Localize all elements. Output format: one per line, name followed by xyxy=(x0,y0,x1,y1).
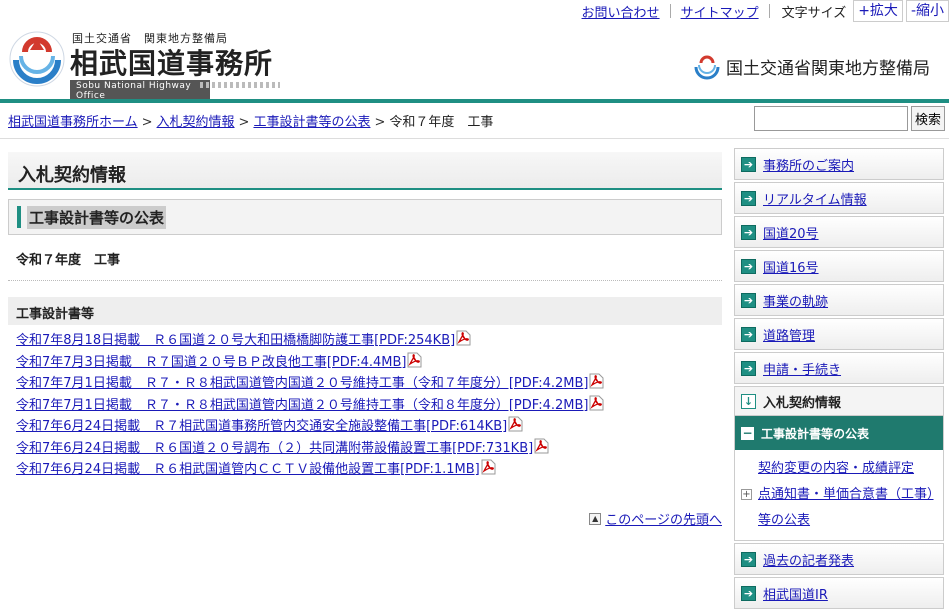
sidebar-item-route20[interactable]: ➔ 国道20号 xyxy=(734,216,944,248)
sidebar-item-bidding[interactable]: ↓ 入札契約情報 xyxy=(734,386,944,416)
sidebar-item-office-guide[interactable]: ➔ 事務所のご案内 xyxy=(734,148,944,180)
pdf-icon xyxy=(534,438,549,453)
breadcrumb-separator: > xyxy=(374,115,386,130)
sidebar-item-label[interactable]: 申請・手続き xyxy=(763,359,841,378)
pdf-icon xyxy=(508,416,523,432)
list-item: 令和7年6月24日掲載 Ｒ６相武国道管内ＣＣＴＶ設備他設置工事[PDF:1.1M… xyxy=(16,459,722,481)
document-link[interactable]: 令和7年8月18日掲載 Ｒ６国道２０号大和田橋橋脚防護工事[PDF:254KB] xyxy=(16,333,455,348)
sidebar-item-label[interactable]: 道路管理 xyxy=(763,325,815,344)
office-logo-icon[interactable] xyxy=(8,30,66,88)
page-title: 入札契約情報 xyxy=(8,152,722,190)
sidebar-item-label[interactable]: 過去の記者発表 xyxy=(763,550,854,569)
arrow-right-icon: ➔ xyxy=(741,360,756,376)
sidebar-subitem-label: 工事設計書等の公表 xyxy=(761,426,870,441)
font-enlarge-button[interactable]: +拡大 xyxy=(853,0,903,22)
sidebar-subitem-design-docs[interactable]: − 工事設計書等の公表 xyxy=(735,416,943,450)
plus-icon[interactable]: + xyxy=(741,489,752,500)
pdf-icon xyxy=(589,395,604,410)
pdf-icon xyxy=(407,352,422,367)
arrow-right-icon: ➔ xyxy=(741,224,756,240)
font-shrink-button[interactable]: -縮小 xyxy=(905,0,949,22)
sidebar-item-label[interactable]: 事務所のご案内 xyxy=(763,155,854,174)
sidebar-subitem: + 点通知書・単価合意書（工事）等の公表 xyxy=(741,482,939,534)
document-link[interactable]: 令和7年7月1日掲載 Ｒ７・Ｒ８相武国道管内国道２０号維持工事（令和７年度分）[… xyxy=(16,376,588,391)
sidebar-subitem: 契約変更の内容・成績評定 xyxy=(741,456,939,482)
header-divider xyxy=(0,99,949,103)
heading-accent-bar xyxy=(17,206,21,228)
sidebar-item-road-management[interactable]: ➔ 道路管理 xyxy=(734,318,944,350)
sidebar-item-label[interactable]: 事業の軌跡 xyxy=(763,291,828,310)
back-to-top-link[interactable]: このページの先頭へ xyxy=(605,509,722,528)
arrow-down-icon: ↓ xyxy=(741,393,756,409)
document-list: 令和7年8月18日掲載 Ｒ６国道２０号大和田橋橋脚防護工事[PDF:254KB]… xyxy=(8,325,722,481)
breadcrumb-bidding[interactable]: 入札契約情報 xyxy=(157,115,235,130)
list-item: 令和7年7月3日掲載 Ｒ７国道２０号ＢＰ改良他工事[PDF:4.4MB] xyxy=(16,352,722,374)
sidebar-item-realtime[interactable]: ➔ リアルタイム情報 xyxy=(734,182,944,214)
pdf-icon xyxy=(589,373,604,389)
office-name[interactable]: 相武国道事務所 xyxy=(70,42,273,82)
back-to-top: ▲ このページの先頭へ xyxy=(589,509,722,528)
breadcrumb: 相武国道事務所ホーム > 入札契約情報 > 工事設計書等の公表 > 令和７年度 工事 xyxy=(8,111,493,130)
arrow-right-icon: ➔ xyxy=(741,551,756,567)
sidebar-item-label[interactable]: 国道20号 xyxy=(763,223,819,242)
arrow-right-icon: ➔ xyxy=(741,258,756,274)
section-title: 工事設計書等の公表 xyxy=(27,205,167,229)
document-link[interactable]: 令和7年6月24日掲載 Ｒ６相武国道管内ＣＣＴＶ設備他設置工事[PDF:1.1M… xyxy=(16,462,480,477)
font-size-label: 文字サイズ xyxy=(781,5,847,21)
mlit-logo-icon xyxy=(694,53,720,80)
sidebar-subitems: 契約変更の内容・成績評定 + 点通知書・単価合意書（工事）等の公表 xyxy=(735,450,943,540)
sidebar-item-ir[interactable]: ➔ 相武国道IR xyxy=(734,577,944,609)
sidebar-item-route16[interactable]: ➔ 国道16号 xyxy=(734,250,944,282)
sidebar-item-history[interactable]: ➔ 事業の軌跡 xyxy=(734,284,944,316)
breadcrumb-divider xyxy=(0,138,949,139)
list-item: 令和7年6月24日掲載 Ｒ６国道２０号調布（２）共同溝附帯設備設置工事[PDF:… xyxy=(16,438,722,460)
main-content: 入札契約情報 工事設計書等の公表 令和７年度 工事 工事設計書等 令和7年8月1… xyxy=(8,152,722,528)
ministry-name[interactable]: 国土交通省関東地方整備局 xyxy=(726,54,930,79)
sidebar-item-press-releases[interactable]: ➔ 過去の記者発表 xyxy=(734,543,944,575)
site-header: 国土交通省 関東地方整備局 相武国道事務所 Sobu National High… xyxy=(0,22,949,102)
year-heading: 令和７年度 工事 xyxy=(8,249,722,281)
arrow-up-icon: ▲ xyxy=(589,512,602,525)
document-link[interactable]: 令和7年7月3日掲載 Ｒ７国道２０号ＢＰ改良他工事[PDF:4.4MB] xyxy=(16,355,406,370)
breadcrumb-home[interactable]: 相武国道事務所ホーム xyxy=(8,115,138,130)
breadcrumb-separator: > xyxy=(141,115,153,130)
sidebar-subitem-link[interactable]: 契約変更の内容・成績評定 xyxy=(758,456,914,482)
breadcrumb-current: 令和７年度 工事 xyxy=(389,115,494,130)
arrow-right-icon: ➔ xyxy=(741,156,756,172)
sidebar-item-label[interactable]: リアルタイム情報 xyxy=(763,189,867,208)
pdf-icon xyxy=(481,459,496,475)
list-item: 令和7年7月1日掲載 Ｒ７・Ｒ８相武国道管内国道２０号維持工事（令和８年度分）[… xyxy=(16,395,722,417)
minus-icon: − xyxy=(741,426,754,440)
arrow-right-icon: ➔ xyxy=(741,585,756,601)
breadcrumb-design-docs[interactable]: 工事設計書等の公表 xyxy=(253,115,370,130)
breadcrumb-separator: > xyxy=(238,115,250,130)
search-button[interactable]: 検索 xyxy=(911,106,945,131)
arrow-right-icon: ➔ xyxy=(741,292,756,308)
sidebar-nav: ➔ 事務所のご案内 ➔ リアルタイム情報 ➔ 国道20号 ➔ 国道16号 ➔ 事業の軌跡 … xyxy=(734,148,944,610)
utility-bar: お問い合わせ サイトマップ 文字サイズ +拡大 -縮小 xyxy=(572,0,949,22)
list-item: 令和7年6月24日掲載 Ｒ７相武国道事務所管内交通安全施設整備工事[PDF:61… xyxy=(16,416,722,438)
sidebar-item-label[interactable]: 国道16号 xyxy=(763,257,819,276)
sidebar-submenu: − 工事設計書等の公表 契約変更の内容・成績評定 + 点通知書・単価合意書（工事）等… xyxy=(734,416,944,541)
document-link[interactable]: 令和7年6月24日掲載 Ｒ６国道２０号調布（２）共同溝附帯設備設置工事[PDF:… xyxy=(16,441,533,456)
document-link[interactable]: 令和7年6月24日掲載 Ｒ７相武国道事務所管内交通安全施設整備工事[PDF:61… xyxy=(16,419,507,434)
sidebar-item-applications[interactable]: ➔ 申請・手続き xyxy=(734,352,944,384)
section-heading: 工事設計書等の公表 xyxy=(8,199,722,235)
list-item: 令和7年8月18日掲載 Ｒ６国道２０号大和田橋橋脚防護工事[PDF:254KB] xyxy=(16,330,722,352)
arrow-right-icon: ➔ xyxy=(741,190,756,206)
sitemap-link[interactable]: サイトマップ xyxy=(671,2,769,21)
pdf-icon xyxy=(456,330,471,346)
document-link[interactable]: 令和7年7月1日掲載 Ｒ７・Ｒ８相武国道管内国道２０号維持工事（令和８年度分）[… xyxy=(16,398,588,413)
sidebar-item-label: 入札契約情報 xyxy=(763,395,842,411)
list-heading: 工事設計書等 xyxy=(8,297,722,325)
search-input[interactable] xyxy=(754,106,908,131)
sidebar-item-label[interactable]: 相武国道IR xyxy=(763,584,828,603)
site-search: 検索 xyxy=(754,106,945,131)
contact-link[interactable]: お問い合わせ xyxy=(572,2,670,21)
decorative-dots xyxy=(200,82,280,88)
arrow-right-icon: ➔ xyxy=(741,326,756,342)
list-item: 令和7年7月1日掲載 Ｒ７・Ｒ８相武国道管内国道２０号維持工事（令和７年度分）[… xyxy=(16,373,722,395)
sidebar-subitem-link[interactable]: 点通知書・単価合意書（工事）等の公表 xyxy=(758,482,939,534)
